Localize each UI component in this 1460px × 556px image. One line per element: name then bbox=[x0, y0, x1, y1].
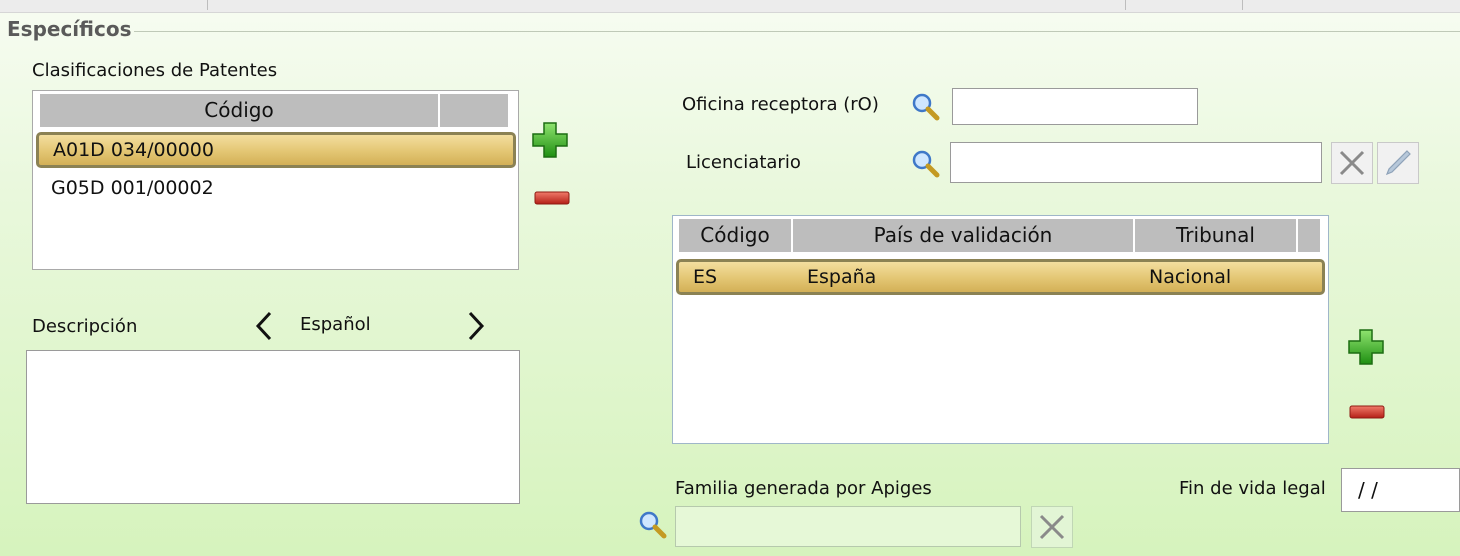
column-header-codigo[interactable]: Código bbox=[678, 218, 792, 253]
toolbar-separator bbox=[1242, 0, 1243, 10]
cell-tribunal: Nacional bbox=[1149, 266, 1232, 288]
licenciatario-search-button[interactable] bbox=[910, 148, 940, 182]
fin-vida-date-input[interactable]: / / bbox=[1341, 468, 1460, 512]
language-label: Español bbox=[300, 314, 371, 335]
section-title: Específicos bbox=[7, 17, 132, 41]
section-divider bbox=[134, 31, 1460, 32]
familia-label: Familia generada por Apiges bbox=[675, 478, 932, 499]
column-header-pais[interactable]: País de validación bbox=[792, 218, 1134, 253]
x-icon bbox=[1339, 150, 1365, 176]
list-item-selected[interactable]: A01D 034/00000 bbox=[36, 132, 516, 168]
add-clasificacion-button[interactable] bbox=[531, 121, 569, 163]
clasificacion-code: G05D 001/00002 bbox=[51, 177, 214, 199]
chevron-right-icon bbox=[468, 311, 485, 341]
table-row-selected[interactable]: ES España Nacional bbox=[676, 259, 1325, 295]
licenciatario-label: Licenciatario bbox=[686, 152, 801, 173]
clasificaciones-list[interactable]: Código A01D 034/00000 G05D 001/00002 bbox=[32, 90, 519, 270]
licenciatario-input[interactable] bbox=[950, 142, 1322, 183]
remove-clasificacion-button[interactable] bbox=[534, 190, 570, 209]
toolbar-separator bbox=[1125, 0, 1126, 10]
magnifier-icon bbox=[639, 511, 667, 539]
familia-input[interactable] bbox=[675, 506, 1021, 547]
magnifier-icon bbox=[912, 93, 940, 121]
remove-validacion-button[interactable] bbox=[1349, 404, 1385, 423]
pencil-icon bbox=[1385, 150, 1411, 176]
list-item[interactable]: G05D 001/00002 bbox=[51, 171, 214, 205]
oficina-label: Oficina receptora (rO) bbox=[682, 94, 879, 115]
top-toolbar-strip bbox=[0, 0, 1460, 13]
minus-icon bbox=[534, 191, 570, 205]
oficina-search-button[interactable] bbox=[910, 91, 940, 125]
column-header-blank bbox=[439, 93, 509, 128]
plus-icon bbox=[1348, 329, 1384, 365]
oficina-input[interactable] bbox=[952, 88, 1198, 125]
prev-language-button[interactable] bbox=[254, 310, 274, 348]
column-header-tribunal[interactable]: Tribunal bbox=[1134, 218, 1297, 253]
fin-vida-label: Fin de vida legal bbox=[1179, 478, 1326, 499]
edit-licenciatario-button[interactable] bbox=[1377, 142, 1419, 184]
clear-familia-button[interactable] bbox=[1031, 506, 1073, 548]
cell-pais: España bbox=[807, 266, 877, 288]
x-icon bbox=[1039, 514, 1065, 540]
plus-icon bbox=[532, 122, 568, 158]
toolbar-separator bbox=[207, 0, 208, 10]
add-validacion-button[interactable] bbox=[1347, 328, 1385, 370]
minus-icon bbox=[1349, 405, 1385, 419]
clear-licenciatario-button[interactable] bbox=[1331, 142, 1373, 184]
cell-codigo: ES bbox=[693, 266, 718, 288]
clasificaciones-label: Clasificaciones de Patentes bbox=[32, 60, 278, 81]
column-header-codigo[interactable]: Código bbox=[39, 93, 439, 128]
descripcion-label: Descripción bbox=[32, 316, 138, 337]
clasificacion-code: A01D 034/00000 bbox=[53, 139, 214, 161]
column-header-blank bbox=[1297, 218, 1321, 253]
magnifier-icon bbox=[912, 150, 940, 178]
validacion-table[interactable]: Código País de validación Tribunal ES Es… bbox=[672, 215, 1329, 444]
familia-search-button[interactable] bbox=[637, 509, 667, 543]
next-language-button[interactable] bbox=[466, 310, 486, 348]
descripcion-textarea[interactable] bbox=[26, 350, 520, 504]
chevron-left-icon bbox=[255, 311, 272, 341]
